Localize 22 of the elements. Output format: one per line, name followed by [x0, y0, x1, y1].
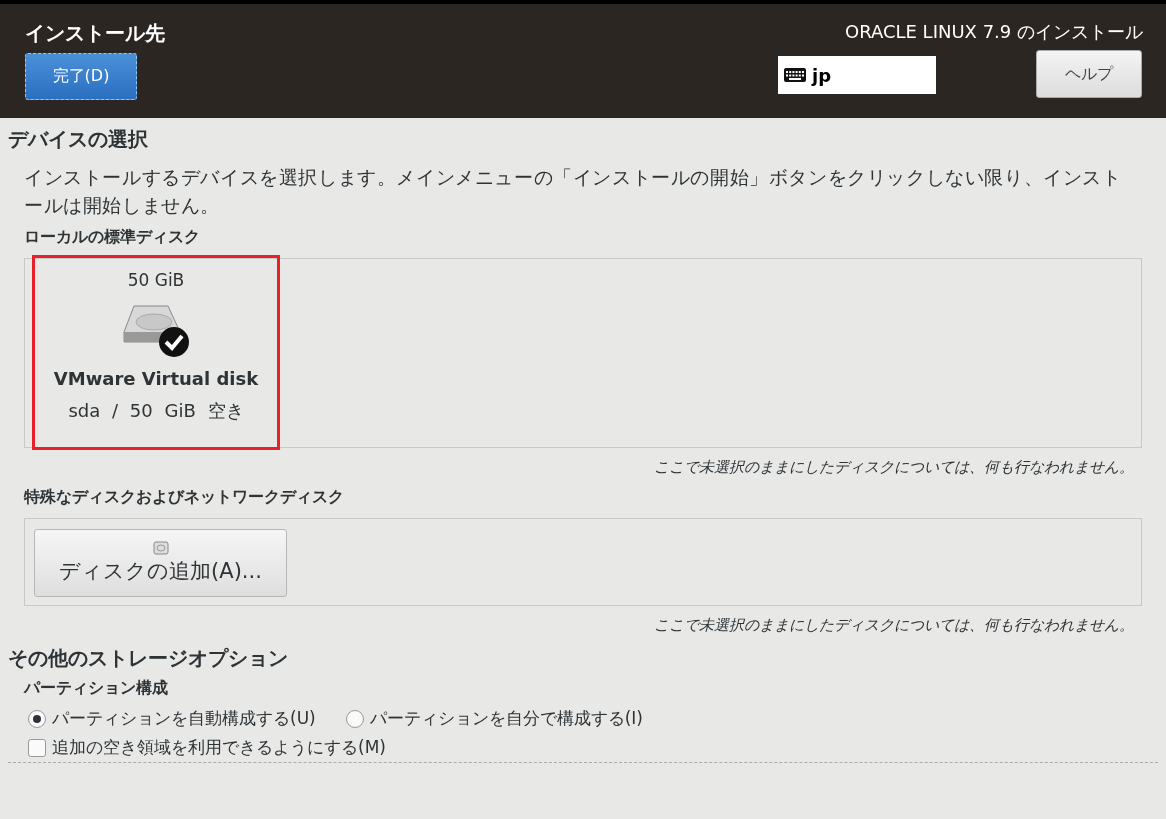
section-heading: デバイスの選択	[8, 126, 149, 153]
group-label: 特殊なディスクおよびネットワークディスク	[24, 487, 345, 508]
section-heading: その他のストレージオプション	[8, 645, 289, 672]
checkbox-icon[interactable]	[28, 738, 46, 757]
window-title: インストール先	[25, 20, 165, 47]
keyboard-icon	[784, 68, 806, 82]
note-text: ここで未選択のままにしたディスクについては、何も行なわれません。	[653, 616, 1134, 635]
radio-icon[interactable]	[28, 709, 46, 728]
radio-icon[interactable]	[345, 709, 364, 728]
add-disk-button[interactable]: ディスクの追加(A)...	[34, 529, 287, 597]
disk-size: 50 GiB	[127, 270, 185, 290]
help-button[interactable]: ヘルプ	[1036, 50, 1142, 98]
note-text: ここで未選択のままにしたディスクについては、何も行なわれません。	[653, 458, 1134, 477]
group-label: ローカルの標準ディスク	[24, 227, 201, 248]
disk-tile[interactable]: 50 GiB VMware Virtual disk sda / 50 GiB 空き	[32, 255, 280, 450]
product-title: ORACLE LINUX 7.9 のインストール	[845, 20, 1143, 44]
disk-free-space: sda / 50 GiB 空き	[68, 399, 244, 423]
disk-name: VMware Virtual disk	[53, 368, 259, 389]
group-label: パーティション構成	[24, 678, 169, 699]
keyboard-layout-indicator[interactable]: jp	[778, 56, 936, 94]
done-button[interactable]: 完了(D)	[25, 53, 137, 100]
description-text: インストールするデバイスを選択します。メインメニューの「インストールの開始」ボタンをクリックしない限り、インストールは開始しません。	[24, 165, 1123, 218]
